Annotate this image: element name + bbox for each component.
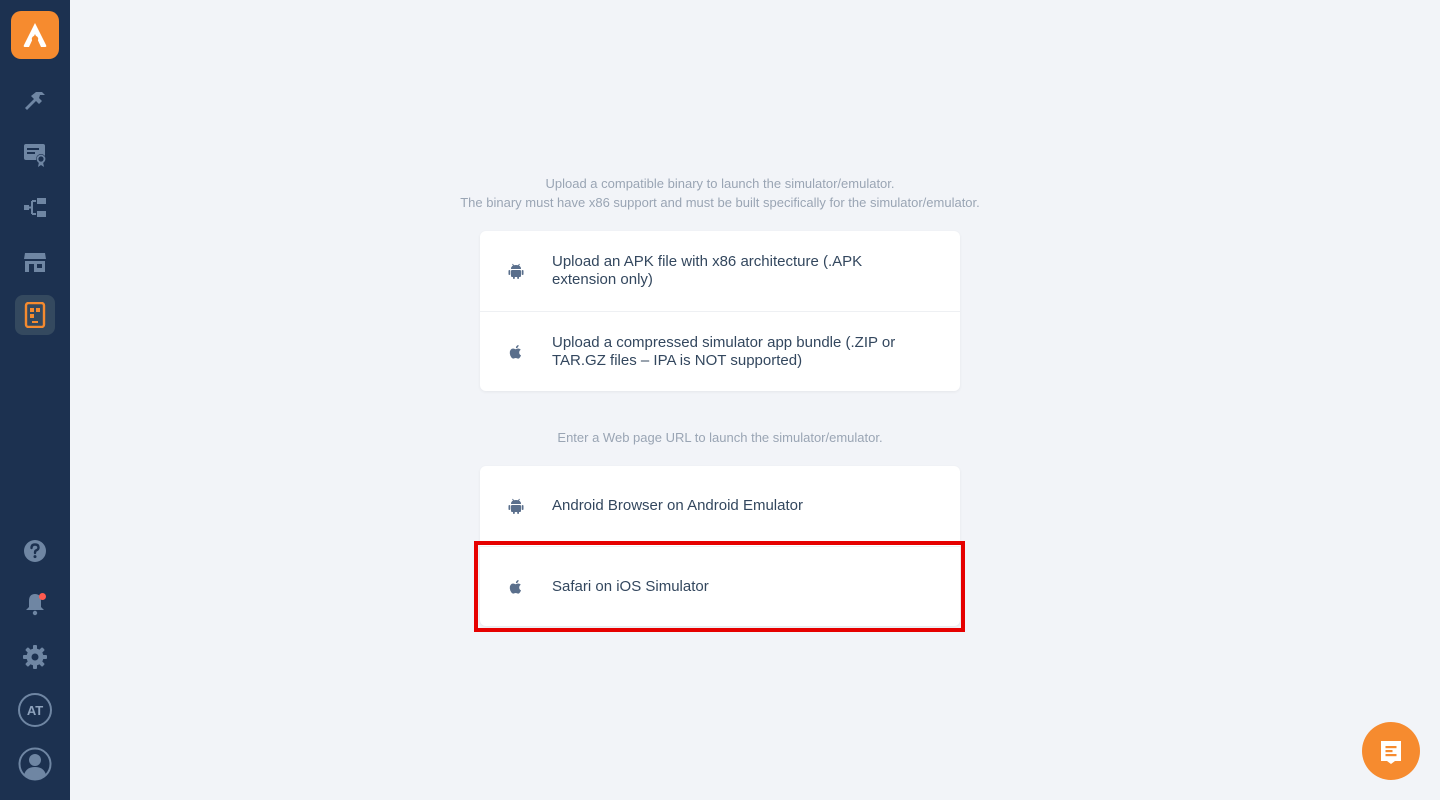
user-initials: AT — [26, 702, 44, 718]
binary-intro: Upload a compatible binary to launch the… — [400, 174, 1040, 212]
sidebar: AT — [0, 0, 70, 800]
url-intro-text: Enter a Web page URL to launch the simul… — [557, 430, 883, 445]
android-browser-label: Android Browser on Android Emulator — [552, 497, 803, 514]
upload-app-bundle-option[interactable]: Upload a compressed simulator app bundle… — [480, 311, 960, 391]
safari-ios-option[interactable]: Safari on iOS Simulator — [480, 546, 960, 626]
nav-workflows[interactable] — [15, 188, 55, 228]
upload-apk-label: Upload an APK file with x86 architecture… — [552, 253, 863, 288]
hammer-icon — [25, 92, 45, 110]
nav-help[interactable] — [15, 531, 55, 571]
upload-apk-option[interactable]: Upload an APK file with x86 architecture… — [480, 231, 960, 311]
nav-certificates[interactable] — [15, 134, 55, 174]
help-icon — [24, 540, 46, 562]
nav-settings[interactable] — [15, 637, 55, 677]
simulator-icon — [24, 302, 46, 328]
app-logo[interactable] — [11, 11, 59, 59]
upload-app-bundle-label: Upload a compressed simulator app bundle… — [552, 333, 896, 369]
user-initials-avatar[interactable]: AT — [18, 693, 52, 727]
url-browser-card: Android Browser on Android Emulator Safa… — [480, 466, 960, 626]
binary-intro-line1: Upload a compatible binary to launch the… — [545, 176, 895, 191]
notification-badge — [39, 593, 46, 600]
nav-notifications[interactable] — [15, 584, 55, 624]
user-icon — [18, 747, 52, 781]
safari-ios-label: Safari on iOS Simulator — [552, 577, 709, 595]
workflow-icon — [24, 198, 46, 217]
binary-upload-card: Upload an APK file with x86 architecture… — [480, 231, 960, 391]
apple-icon — [507, 343, 525, 361]
url-intro: Enter a Web page URL to launch the simul… — [400, 428, 1040, 447]
android-icon — [507, 262, 525, 280]
logo-icon — [23, 23, 47, 47]
gear-icon — [23, 645, 47, 669]
android-icon — [507, 497, 525, 515]
store-icon — [24, 253, 46, 272]
chat-button[interactable] — [1362, 722, 1420, 780]
chat-icon — [1381, 741, 1401, 764]
android-browser-option[interactable]: Android Browser on Android Emulator — [480, 466, 960, 546]
certificate-icon — [24, 144, 46, 167]
nav-profile[interactable] — [15, 744, 55, 784]
apple-icon — [507, 578, 525, 596]
nav-build[interactable] — [15, 81, 55, 121]
binary-intro-line2: The binary must have x86 support and mus… — [460, 195, 980, 210]
nav-stores[interactable] — [15, 242, 55, 282]
nav-simulator[interactable] — [15, 295, 55, 335]
